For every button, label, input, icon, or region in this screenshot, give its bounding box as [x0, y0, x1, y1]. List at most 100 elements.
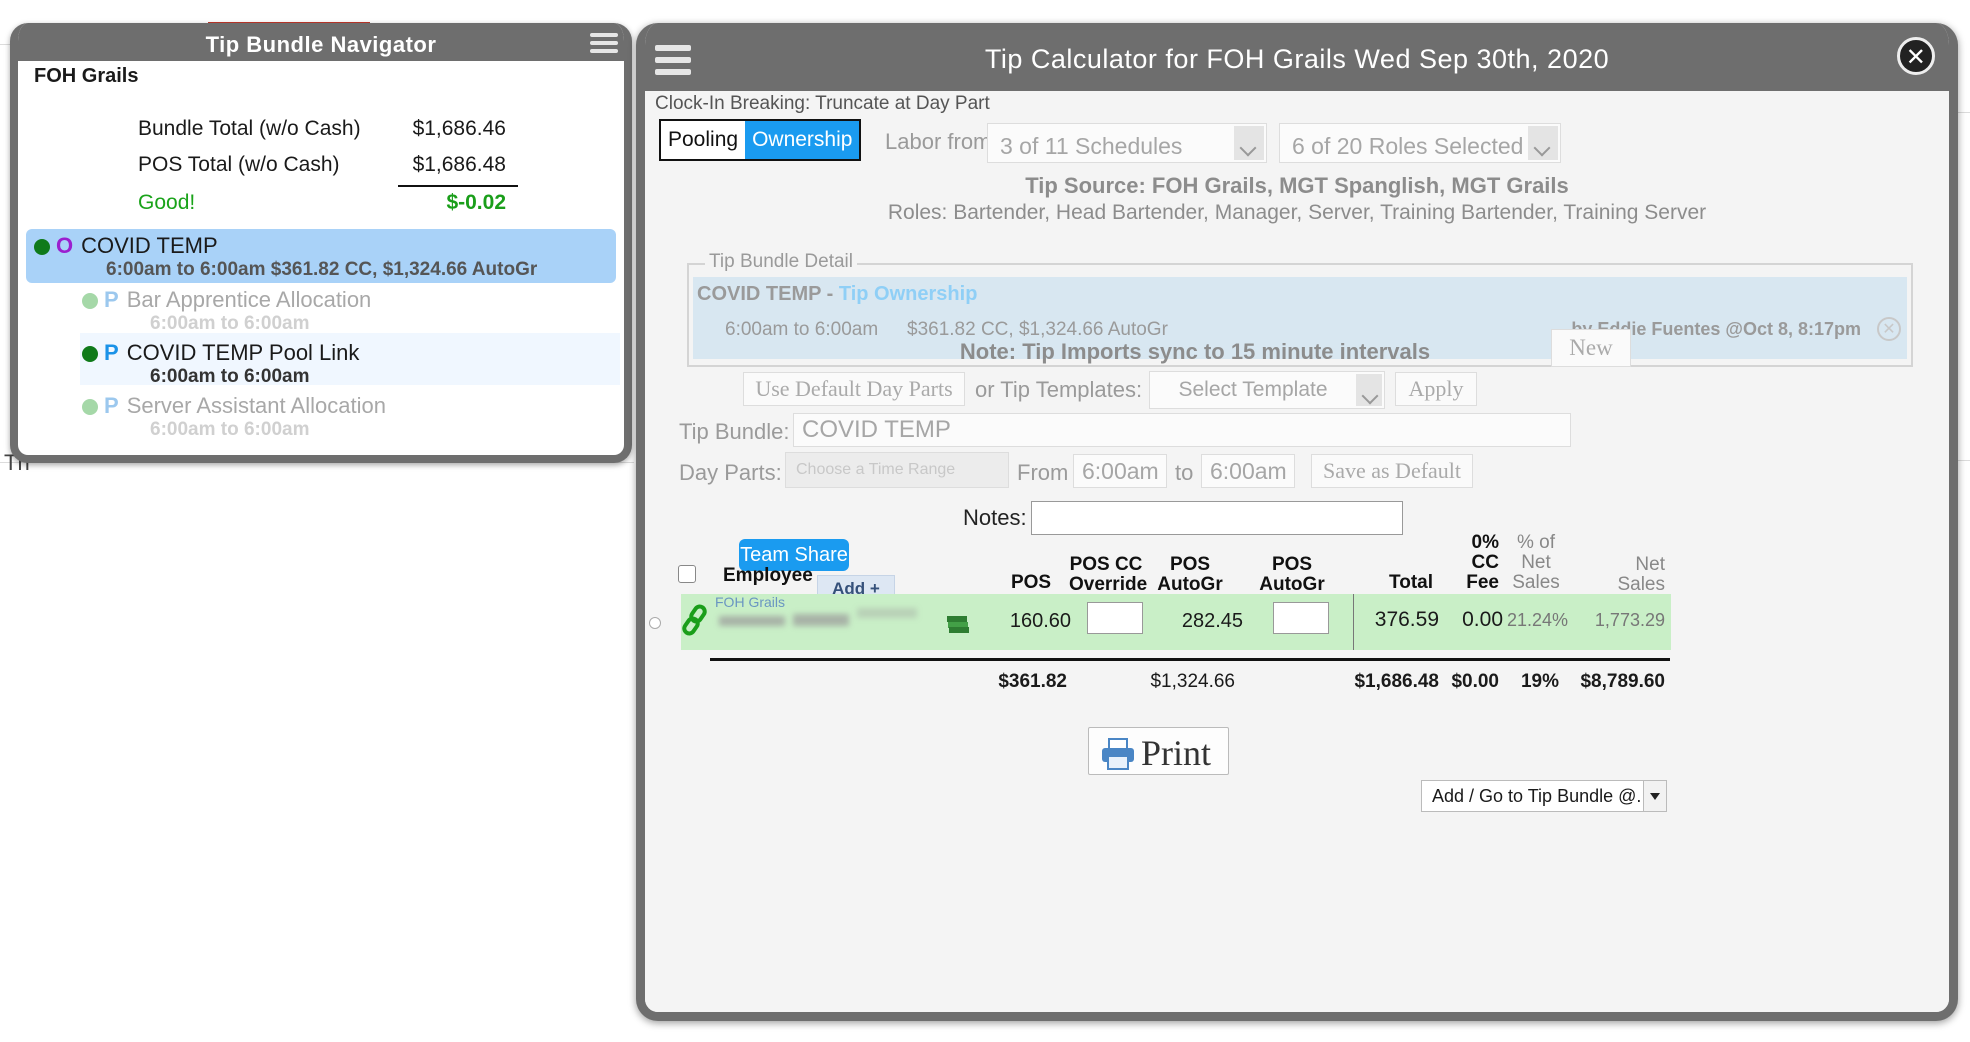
save-as-default-button[interactable]: Save as Default [1311, 454, 1473, 488]
template-select-value: Select Template [1178, 378, 1328, 401]
background-line [1958, 460, 1970, 461]
detail-bundle-name: COVID TEMP [697, 283, 822, 305]
table-row[interactable]: FOH Grails 160.60 282.45 376.59 0.00 21.… [681, 594, 1671, 650]
row-location: FOH Grails [715, 594, 785, 610]
roles-select[interactable]: 6 of 20 Roles Selected [1279, 123, 1561, 163]
roles-select-value: 6 of 20 Roles Selected [1292, 133, 1524, 159]
link-icon[interactable] [681, 604, 711, 638]
status-dot-icon [82, 346, 98, 363]
blurred-employee-name [857, 608, 917, 618]
net-sales-value: 1,773.29 [1594, 610, 1665, 630]
remove-detail-icon[interactable]: ✕ [1877, 317, 1901, 341]
to-label: to [1175, 460, 1194, 485]
status-label: Good! [138, 191, 196, 214]
tip-bundle-input[interactable]: COVID TEMP [793, 413, 1571, 447]
navigator-title: Tip Bundle Navigator [205, 32, 437, 57]
status-dot-icon [34, 239, 50, 256]
print-button[interactable]: Print [1088, 727, 1229, 775]
hamburger-menu-icon[interactable] [655, 45, 691, 75]
day-parts-range-input[interactable]: Choose a Time Range [785, 452, 1009, 488]
dropdown-arrow-icon [1528, 126, 1558, 160]
calculator-title: Tip Calculator for FOH Grails Wed Sep 30… [984, 44, 1610, 74]
navigator-item-detail: 6:00am to 6:00am [150, 313, 310, 334]
status-dot-icon [82, 399, 98, 416]
tip-templates-label: or Tip Templates: [975, 377, 1143, 402]
hamburger-menu-icon[interactable] [590, 33, 618, 53]
navigator-item-server-assistant[interactable]: P Server Assistant Allocation [82, 393, 386, 419]
schedules-select[interactable]: 3 of 11 Schedules [987, 123, 1267, 163]
pos-cc-override-input[interactable] [1087, 602, 1143, 634]
apply-button[interactable]: Apply [1395, 372, 1477, 406]
notes-input[interactable] [1031, 501, 1403, 535]
row-radio[interactable] [649, 617, 661, 629]
total-net-sales: $8,789.60 [1580, 671, 1665, 692]
from-label: From [1017, 460, 1069, 485]
pooling-tab[interactable]: Pooling [661, 121, 746, 159]
pos-cc-override-header: POS CC Override [1069, 554, 1148, 595]
total-difference: $-0.02 [446, 191, 506, 214]
roles-list: Roles: Bartender, Head Bartender, Manage… [887, 201, 1707, 224]
cc-fee-total-value: 0.00 [1462, 608, 1503, 631]
ownership-tab[interactable]: Ownership [745, 121, 860, 159]
use-default-day-parts-button[interactable]: Use Default Day Parts [743, 372, 965, 406]
column-divider [1353, 594, 1354, 650]
pool-letter: P [104, 340, 119, 365]
pos-total-value: $1,686.48 [412, 153, 506, 176]
tip-bundle-navigator: Tip Bundle Navigator FOH Grails Bundle T… [10, 23, 632, 463]
detail-amounts: $361.82 CC, $1,324.66 AutoGr [907, 319, 1168, 340]
totals-divider [710, 658, 1670, 661]
detail-bundle-type: Tip Ownership [838, 283, 978, 305]
goto-tip-bundle-value: Add / Go to Tip Bundle @... [1432, 786, 1652, 806]
detail-title: COVID TEMP - Tip Ownership [697, 283, 977, 306]
calculator-title-bar: Tip Calculator for FOH Grails Wed Sep 30… [645, 23, 1949, 91]
pct-net-sales-value: 21.24% [1507, 610, 1569, 630]
detail-separator: - [821, 283, 839, 305]
pool-letter: P [104, 393, 119, 418]
from-time-input[interactable]: 6:00am [1073, 454, 1167, 488]
new-button[interactable]: New [1551, 329, 1631, 367]
calculator-body: Clock-In Breaking: Truncate at Day Part … [645, 91, 1949, 1012]
total-pos-autogr: $1,324.66 [1150, 671, 1235, 692]
background-line [1958, 112, 1970, 113]
navigator-item-bar-apprentice[interactable]: P Bar Apprentice Allocation [82, 287, 371, 313]
mode-toggle: Pooling Ownership [659, 119, 862, 161]
pos-autogr-header: POS AutoGr [1157, 554, 1223, 595]
ownership-letter: O [56, 233, 74, 258]
pool-letter: P [104, 287, 119, 312]
navigator-item-label: Bar Apprentice Allocation [126, 287, 372, 312]
print-label: Print [1141, 733, 1212, 773]
template-select[interactable]: Select Template [1149, 371, 1385, 409]
navigator-item-pool-link[interactable]: P COVID TEMP Pool Link [82, 340, 359, 366]
dropdown-arrow-icon [1234, 126, 1264, 160]
total-header: Total [1389, 572, 1433, 593]
printer-icon [1102, 738, 1134, 770]
money-icon[interactable] [945, 614, 971, 634]
navigator-location: FOH Grails [34, 65, 139, 87]
pct-net-sales-header: % of Net Sales [1512, 532, 1560, 593]
pos-autogr-override-input[interactable] [1273, 602, 1329, 634]
sync-note: Note: Tip Imports sync to 15 minute inte… [959, 339, 1431, 364]
clock-in-breaking: Clock-In Breaking: Truncate at Day Part [655, 93, 990, 114]
navigator-item-label: COVID TEMP [81, 233, 218, 258]
navigator-item-label: Server Assistant Allocation [126, 393, 386, 418]
tip-bundle-label: Tip Bundle: [679, 419, 790, 444]
total-cc-fee: $0.00 [1451, 671, 1499, 692]
dropdown-arrow-icon [1356, 374, 1382, 406]
goto-tip-bundle-select[interactable]: Add / Go to Tip Bundle @... [1421, 780, 1667, 812]
select-all-checkbox[interactable] [678, 565, 696, 583]
tip-source: Tip Source: FOH Grails, MGT Spanglish, M… [1025, 173, 1569, 198]
totals-divider [398, 185, 518, 187]
pos-autogr-value: 282.45 [1181, 610, 1243, 632]
navigator-item-covid-temp[interactable]: O COVID TEMP [34, 233, 218, 259]
bundle-total-value: $1,686.46 [412, 117, 506, 140]
to-time-input[interactable]: 6:00am [1201, 454, 1295, 488]
navigator-item-label: COVID TEMP Pool Link [126, 340, 360, 365]
notes-label: Notes: [963, 505, 1027, 530]
labor-from-label: Labor from [885, 129, 992, 154]
total-pos-cc: $361.82 [998, 671, 1067, 692]
schedules-select-value: 3 of 11 Schedules [1000, 133, 1183, 159]
close-icon[interactable]: ✕ [1897, 37, 1935, 75]
total-value: 376.59 [1374, 608, 1439, 631]
detail-time: 6:00am to 6:00am [725, 319, 879, 340]
dropdown-arrow-icon [1643, 781, 1666, 811]
